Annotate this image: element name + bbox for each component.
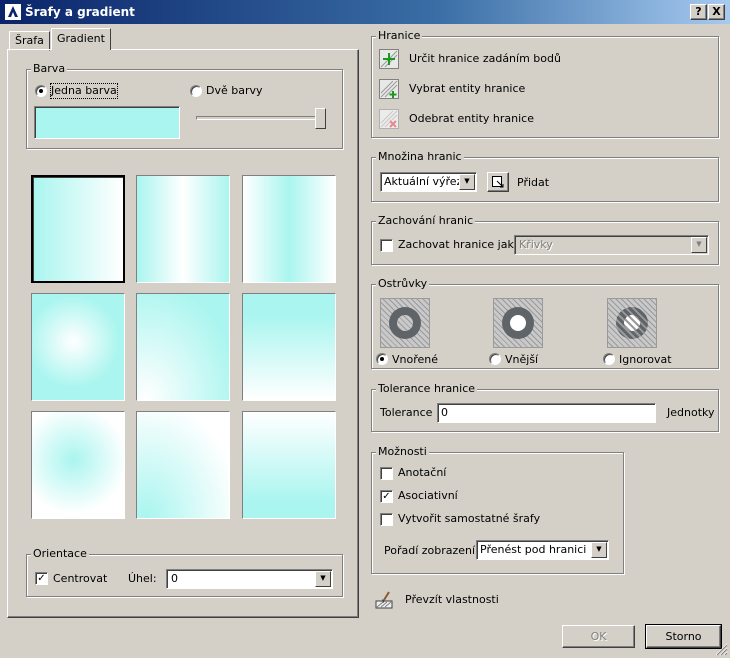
resize-grip-icon[interactable] bbox=[714, 642, 728, 656]
help-button[interactable]: ? bbox=[690, 4, 707, 20]
tab-gradient[interactable]: Gradient bbox=[51, 28, 111, 50]
inherit-properties-icon[interactable] bbox=[374, 590, 394, 610]
add-label: Přidat bbox=[517, 176, 550, 189]
boundary-set-dropdown-arrow[interactable]: ▼ bbox=[459, 174, 475, 190]
shade-slider-thumb[interactable] bbox=[315, 108, 326, 129]
boundary-set-group-label: Množina hranic bbox=[376, 150, 464, 163]
retain-boundaries-label[interactable]: Zachovat hranice jako bbox=[398, 238, 520, 252]
center-label: Centrovat bbox=[53, 572, 108, 585]
boundary-set-value: Aktuální výřez bbox=[384, 175, 463, 188]
island-ignore-radio[interactable] bbox=[603, 353, 615, 365]
orientation-group-label: Orientace bbox=[31, 547, 89, 560]
inherit-properties-label[interactable]: Převzít vlastnosti bbox=[405, 593, 499, 607]
annotative-checkbox[interactable] bbox=[380, 467, 393, 480]
close-button[interactable]: X bbox=[708, 4, 725, 20]
tolerance-value: 0 bbox=[441, 406, 448, 419]
tolerance-group-label: Tolerance hranice bbox=[376, 382, 478, 395]
ok-button[interactable]: OK bbox=[562, 625, 635, 648]
tab-srafa[interactable]: Šrafa bbox=[9, 31, 50, 51]
remove-entities-label[interactable]: Odebrat entity hranice bbox=[409, 112, 534, 126]
cancel-button[interactable]: Storno bbox=[645, 624, 722, 649]
island-nested-label[interactable]: Vnořené bbox=[392, 353, 438, 367]
associative-label[interactable]: Asociativní bbox=[398, 489, 458, 503]
new-boundary-set-button[interactable] bbox=[487, 172, 509, 192]
select-entities-label[interactable]: Vybrat entity hranice bbox=[409, 82, 525, 96]
angle-dropdown-arrow[interactable]: ▼ bbox=[315, 571, 331, 587]
gradient-swatch-inverted-spherical[interactable] bbox=[31, 411, 125, 519]
angle-label: Úhel: bbox=[128, 572, 157, 585]
retain-type-value: Křivky bbox=[519, 238, 553, 251]
color-group-label: Barva bbox=[31, 62, 68, 75]
one-color-radio[interactable] bbox=[35, 85, 47, 97]
boundary-retention-group-label: Zachování hranic bbox=[376, 214, 476, 227]
separate-hatches-label[interactable]: Vytvořit samostatné šrafy bbox=[398, 512, 540, 526]
two-color-radio[interactable] bbox=[190, 85, 202, 97]
angle-combobox[interactable]: 0 ▼ bbox=[166, 569, 333, 589]
gradient-swatch-inverted-curved[interactable] bbox=[242, 411, 336, 519]
title-bar: Šrafy a gradient ? X bbox=[0, 0, 730, 24]
island-nested-radio[interactable] bbox=[376, 353, 388, 365]
one-color-label[interactable]: Jedna barva bbox=[50, 83, 118, 99]
island-outer-label[interactable]: Vnější bbox=[505, 353, 538, 367]
app-icon bbox=[5, 4, 21, 20]
islands-group-label: Ostrůvky bbox=[376, 277, 430, 290]
angle-value: 0 bbox=[171, 572, 178, 585]
separate-hatches-checkbox[interactable] bbox=[380, 513, 393, 526]
shade-slider-track[interactable] bbox=[196, 116, 326, 120]
island-ignore-label[interactable]: Ignorovat bbox=[619, 353, 672, 367]
boundary-set-combobox[interactable]: Aktuální výřez ▼ bbox=[380, 172, 477, 192]
pick-points-label[interactable]: Určit hranice zadáním bodů bbox=[409, 52, 561, 66]
window-title: Šrafy a gradient bbox=[25, 5, 135, 19]
select-entities-icon[interactable] bbox=[379, 79, 399, 99]
tolerance-unit: Jednotky bbox=[667, 406, 715, 419]
gradient-swatch-curved[interactable] bbox=[242, 293, 336, 401]
annotative-label[interactable]: Anotační bbox=[398, 466, 446, 480]
tolerance-label: Tolerance bbox=[380, 406, 433, 419]
draw-order-label: Pořadí zobrazení bbox=[384, 544, 476, 557]
options-group-label: Možnosti bbox=[376, 445, 429, 458]
nested-island-icon bbox=[380, 298, 430, 348]
new-boundary-set-icon bbox=[492, 176, 504, 188]
gradient-swatch-linear[interactable] bbox=[31, 175, 125, 283]
gradient-swatch-hemispherical[interactable] bbox=[136, 293, 230, 401]
tolerance-input[interactable]: 0 bbox=[437, 403, 656, 423]
outer-island-icon bbox=[493, 298, 543, 348]
remove-entities-icon[interactable] bbox=[379, 109, 399, 129]
retain-boundaries-checkbox[interactable] bbox=[380, 239, 393, 252]
retain-type-dropdown-arrow: ▼ bbox=[691, 237, 707, 253]
gradient-swatch-inverted-cylinder[interactable] bbox=[242, 175, 336, 283]
gradient-swatch-cylinder[interactable] bbox=[136, 175, 230, 283]
ignore-island-icon bbox=[607, 298, 657, 348]
draw-order-dropdown-arrow[interactable]: ▼ bbox=[591, 542, 607, 558]
gradient-swatch-inverted-hemispherical[interactable] bbox=[136, 411, 230, 519]
retain-type-combobox: Křivky ▼ bbox=[514, 235, 709, 255]
associative-checkbox[interactable]: ✓ bbox=[380, 490, 393, 503]
boundaries-group-label: Hranice bbox=[376, 29, 423, 42]
gradient-swatch-spherical[interactable] bbox=[31, 293, 125, 401]
ok-button-label: OK bbox=[590, 630, 607, 643]
color-swatch[interactable] bbox=[34, 106, 180, 139]
center-checkbox[interactable]: ✓ bbox=[35, 572, 48, 585]
two-color-label[interactable]: Dvě barvy bbox=[206, 84, 263, 98]
draw-order-combobox[interactable]: Přenést pod hranici ▼ bbox=[476, 540, 609, 560]
island-outer-radio[interactable] bbox=[489, 353, 501, 365]
pick-points-icon[interactable] bbox=[379, 49, 399, 69]
draw-order-value: Přenést pod hranici bbox=[480, 543, 587, 556]
